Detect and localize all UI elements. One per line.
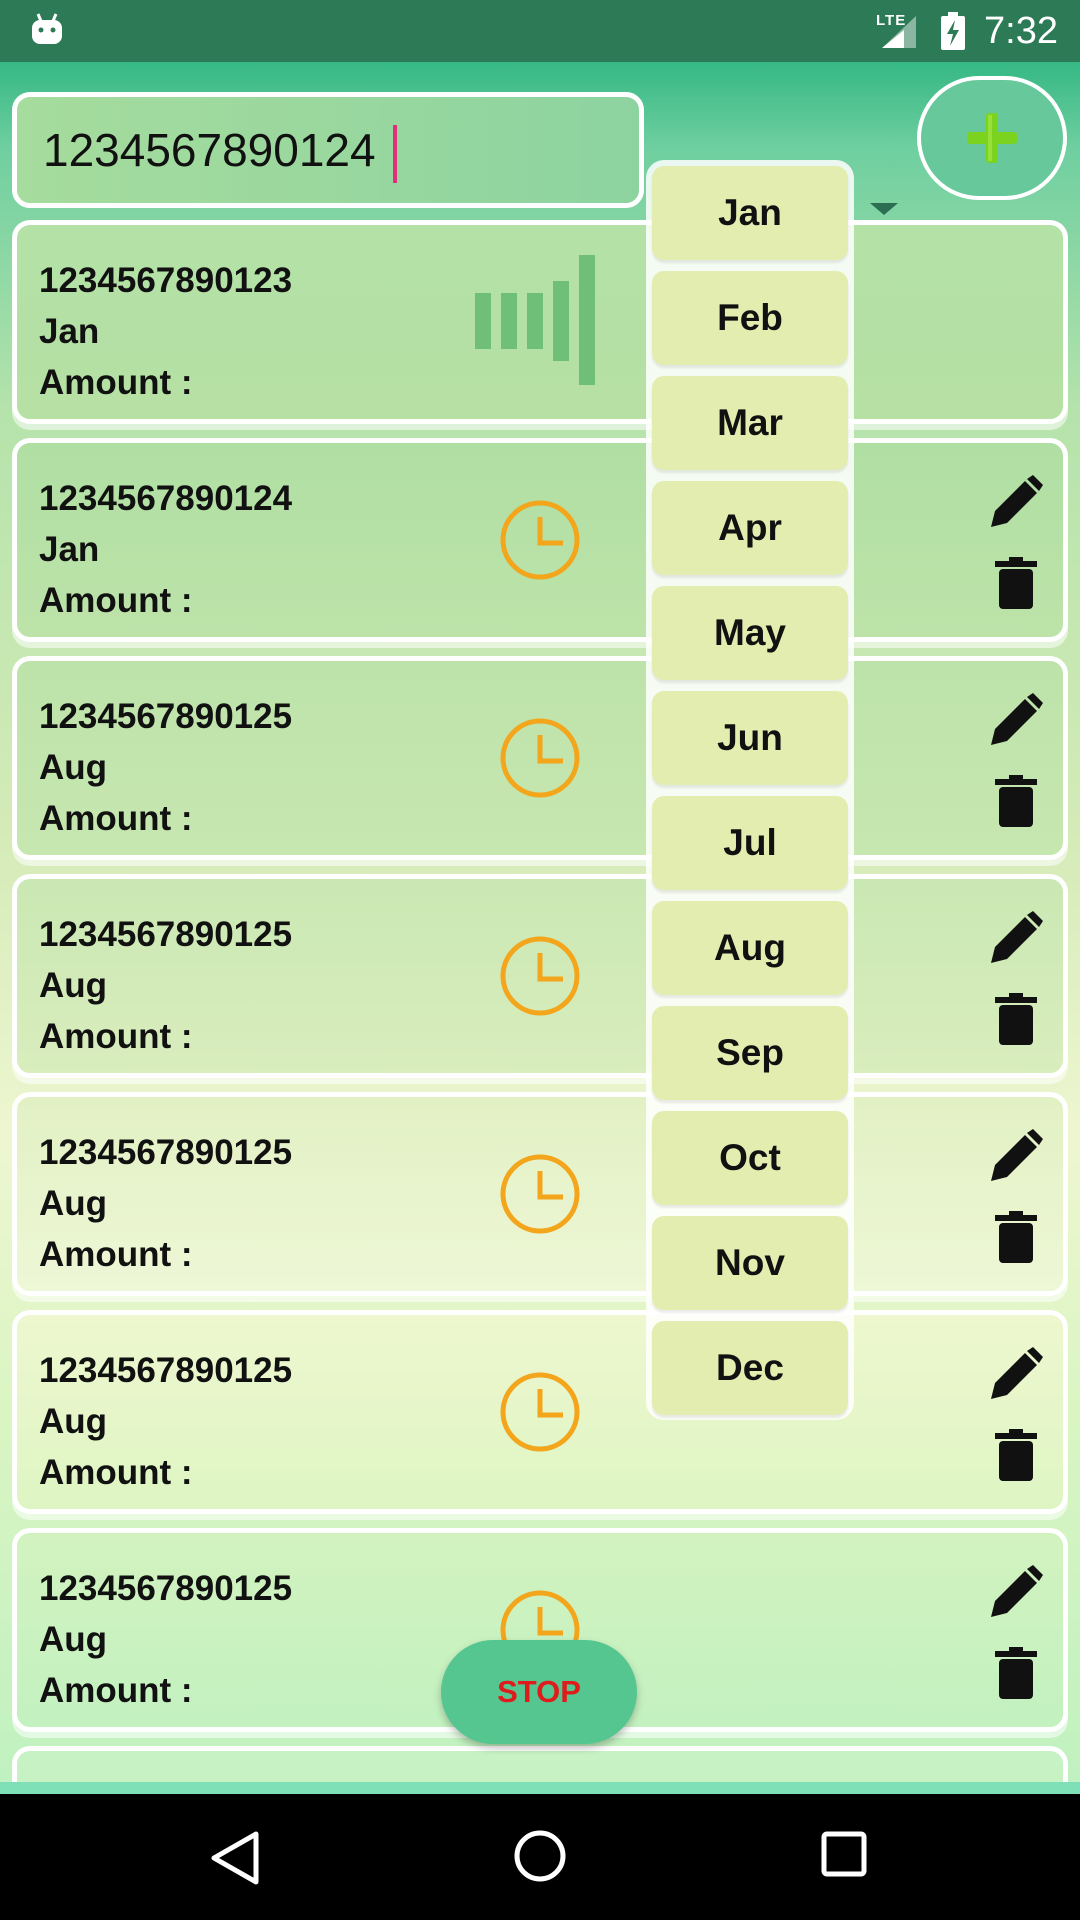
month-option-may[interactable]: May [652, 586, 848, 680]
record-amount-label: Amount : [39, 1017, 193, 1056]
search-box[interactable] [12, 92, 644, 208]
record-number: 1234567890125 [39, 1569, 293, 1608]
delete-icon[interactable] [995, 557, 1037, 609]
clock-icon [500, 1372, 580, 1452]
signal-icon [882, 16, 916, 48]
status-time: 7:32 [984, 10, 1058, 52]
record-number: 1234567890125 [39, 697, 293, 736]
record-month: Aug [39, 748, 108, 787]
dropdown-arrow-icon[interactable] [870, 203, 898, 215]
recents-icon[interactable] [820, 1830, 868, 1878]
record-card[interactable]: 1234567890125 Aug Amount : [12, 1310, 1068, 1514]
record-amount-label: Amount : [39, 1671, 193, 1710]
stop-button[interactable]: STOP [441, 1640, 637, 1744]
battery-charging-icon [941, 12, 965, 50]
record-amount-label: Amount : [39, 581, 193, 620]
navigation-bar [0, 1794, 1080, 1920]
delete-icon[interactable] [995, 1647, 1037, 1699]
edit-icon[interactable] [987, 1347, 1043, 1403]
search-input[interactable] [43, 123, 639, 177]
record-card[interactable]: 1234567890123 Jan Amount : [12, 220, 1068, 424]
record-card[interactable]: 1234567890125 Aug Amount : [12, 874, 1068, 1078]
back-icon[interactable] [210, 1830, 260, 1886]
record-number: 1234567890125 [39, 1133, 293, 1172]
record-number: 1234567890124 [39, 479, 293, 518]
record-month: Aug [39, 966, 108, 1005]
month-option-sep[interactable]: Sep [652, 1006, 848, 1100]
edit-icon[interactable] [987, 693, 1043, 749]
month-option-oct[interactable]: Oct [652, 1111, 848, 1205]
clock-icon [500, 718, 580, 798]
app-content: 1234567890123 Jan Amount : 1234567890124… [0, 62, 1080, 1794]
record-amount-label: Amount : [39, 363, 193, 402]
record-number: 1234567890125 [39, 915, 293, 954]
delete-icon[interactable] [995, 1211, 1037, 1263]
month-option-jun[interactable]: Jun [652, 691, 848, 785]
clock-icon [500, 500, 580, 580]
record-card[interactable]: 1234567890125 Aug Amount : [12, 656, 1068, 860]
record-amount-label: Amount : [39, 1453, 193, 1492]
clock-icon [500, 1154, 580, 1234]
bottom-strip [0, 1782, 1080, 1794]
add-button[interactable] [917, 76, 1067, 200]
delete-icon[interactable] [995, 993, 1037, 1045]
delete-icon[interactable] [995, 1429, 1037, 1481]
month-option-nov[interactable]: Nov [652, 1216, 848, 1310]
month-option-jul[interactable]: Jul [652, 796, 848, 890]
record-card[interactable]: 1234567890124 Jan Amount : [12, 438, 1068, 642]
edit-icon[interactable] [987, 475, 1043, 531]
delete-icon[interactable] [995, 775, 1037, 827]
clock-icon [500, 936, 580, 1016]
record-card[interactable]: 1234567890125 Aug Amount : [12, 1092, 1068, 1296]
record-number: 1234567890125 [39, 1351, 293, 1390]
record-month: Aug [39, 1402, 108, 1441]
record-amount-label: Amount : [39, 799, 193, 838]
plus-icon [967, 113, 1017, 163]
record-amount-label: Amount : [39, 1235, 193, 1274]
month-option-jan[interactable]: Jan [652, 166, 848, 260]
record-month: Jan [39, 530, 100, 569]
month-option-aug[interactable]: Aug [652, 901, 848, 995]
record-month: Aug [39, 1184, 108, 1223]
bars-icon [475, 255, 595, 385]
android-icon [32, 13, 62, 44]
home-icon[interactable] [512, 1828, 568, 1884]
month-option-apr[interactable]: Apr [652, 481, 848, 575]
record-month: Aug [39, 1620, 108, 1659]
month-option-feb[interactable]: Feb [652, 271, 848, 365]
record-number: 1234567890123 [39, 261, 293, 300]
record-month: Jan [39, 312, 100, 351]
edit-icon[interactable] [987, 1129, 1043, 1185]
edit-icon[interactable] [987, 911, 1043, 967]
month-dropdown-list: Jan Feb Mar Apr May Jun Jul Aug Sep Oct … [646, 160, 854, 1420]
month-option-mar[interactable]: Mar [652, 376, 848, 470]
text-cursor [393, 125, 397, 183]
status-bar: LTE 7:32 [0, 0, 1080, 62]
month-option-dec[interactable]: Dec [652, 1321, 848, 1415]
edit-icon[interactable] [987, 1565, 1043, 1621]
